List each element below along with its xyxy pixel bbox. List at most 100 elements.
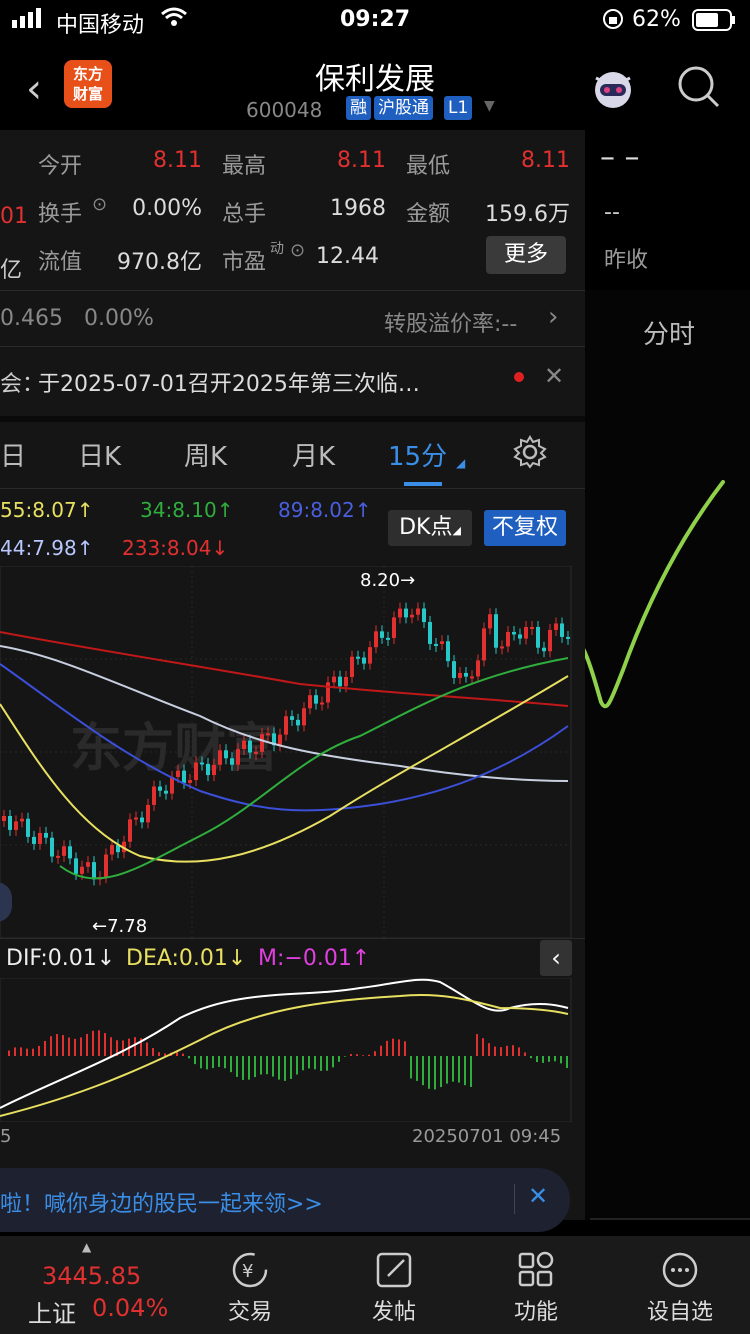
candle-body xyxy=(398,608,402,618)
tab-monthly-k[interactable]: 月K xyxy=(292,436,335,473)
candle-body xyxy=(470,676,474,679)
ma233-label: 233:8.04↓ xyxy=(122,536,229,560)
settings-gear-icon[interactable] xyxy=(512,434,548,477)
tag-level: L1 xyxy=(444,96,473,120)
macd-bar xyxy=(368,1054,370,1056)
macd-bar xyxy=(308,1056,310,1069)
macd-bar xyxy=(86,1033,88,1056)
candle-body xyxy=(14,821,18,830)
macd-bar xyxy=(242,1056,244,1080)
m-label: M:−0.01↑ xyxy=(258,946,371,971)
high-label: 最高 xyxy=(222,154,267,179)
collapse-chevron-icon[interactable]: ‹ xyxy=(540,940,572,976)
macd-bar xyxy=(374,1051,376,1056)
close-banner-icon[interactable]: ✕ xyxy=(528,1182,548,1210)
search-icon[interactable] xyxy=(676,64,722,114)
left-edge-unit: 亿 xyxy=(0,258,23,283)
candle-body xyxy=(152,786,156,805)
candle-body xyxy=(404,608,408,618)
macd-bar xyxy=(230,1056,232,1073)
index-expand-icon[interactable]: ▲ xyxy=(82,1240,91,1254)
macd-bar xyxy=(260,1056,262,1075)
nav-post[interactable]: 发帖 xyxy=(344,1294,444,1326)
convert-premium: 转股溢价率:-- xyxy=(384,312,518,337)
candle-body xyxy=(434,643,438,646)
macd-bar xyxy=(362,1055,364,1056)
tab-weekly-k[interactable]: 周K xyxy=(184,436,227,473)
candle-body xyxy=(104,854,108,878)
turnover-value: 0.00% xyxy=(132,196,202,221)
function-icon[interactable] xyxy=(486,1250,586,1298)
robot-assistant-icon[interactable] xyxy=(588,64,638,118)
promo-banner[interactable]: 啦！喊你身边的股民一起来领>> ✕ xyxy=(0,1168,570,1232)
macd-bar xyxy=(356,1054,358,1056)
macd-bar xyxy=(398,1039,400,1056)
clock: 09:27 xyxy=(340,7,411,32)
battery-percent: 62% xyxy=(632,7,681,32)
nav-trade[interactable]: 交易 xyxy=(200,1294,300,1326)
macd-bar xyxy=(446,1056,448,1084)
tab-daily-k[interactable]: 日K xyxy=(78,436,121,473)
nav-watchlist[interactable]: 设自选 xyxy=(630,1294,730,1326)
dk-button[interactable]: DK点◢ xyxy=(388,510,472,546)
candle-body xyxy=(386,637,390,640)
tag-margin: 融 xyxy=(346,96,371,120)
tab-minute[interactable]: 分时 xyxy=(643,314,695,351)
tab-day-partial[interactable]: 日 xyxy=(0,436,26,473)
candle-body xyxy=(62,846,66,856)
candle-body xyxy=(482,628,486,661)
chevron-down-icon[interactable]: ▼ xyxy=(484,98,495,114)
candle-body xyxy=(356,656,360,659)
tab-15min[interactable]: 15分 xyxy=(388,436,447,473)
kline-chart[interactable]: 东方财富 8.20→ ←7.78 xyxy=(0,566,585,938)
wifi-icon xyxy=(160,6,188,34)
chevron-right-icon[interactable]: › xyxy=(548,302,558,332)
stock-code: 600048 xyxy=(246,98,323,122)
candle-body xyxy=(140,817,144,823)
time-axis-left: 5 xyxy=(0,1126,12,1147)
post-icon[interactable] xyxy=(344,1250,444,1298)
macd-bar xyxy=(254,1056,256,1078)
macd-bar xyxy=(56,1034,58,1056)
candle-body xyxy=(158,786,162,791)
trade-icon[interactable]: ¥ xyxy=(200,1250,300,1298)
candle-body xyxy=(542,647,546,652)
active-tab-indicator xyxy=(404,482,442,486)
candle-body xyxy=(500,646,504,649)
index-value[interactable]: 3445.85 xyxy=(42,1262,141,1290)
high-marker: 8.20→ xyxy=(360,570,415,591)
info-icon[interactable]: ⊙ xyxy=(92,194,107,215)
candle-body xyxy=(410,614,414,618)
macd-bar xyxy=(80,1037,82,1056)
candle-body xyxy=(230,758,234,765)
adjust-button[interactable]: 不复权 xyxy=(484,510,566,546)
macd-bar xyxy=(530,1056,532,1059)
macd-bar xyxy=(566,1056,568,1069)
candle-body xyxy=(554,623,558,630)
notice-dot xyxy=(514,372,524,382)
dea-label: DEA:0.01↓ xyxy=(126,946,247,971)
candle-body xyxy=(248,740,252,753)
macd-bar xyxy=(290,1056,292,1079)
candle-body xyxy=(392,617,396,638)
macd-bar xyxy=(110,1037,112,1056)
macd-bar xyxy=(542,1056,544,1063)
candle-body xyxy=(536,626,540,648)
nav-function[interactable]: 功能 xyxy=(486,1294,586,1326)
macd-bar xyxy=(134,1037,136,1056)
candle-body xyxy=(338,676,342,687)
close-notice-icon[interactable]: ✕ xyxy=(544,362,564,390)
macd-bar xyxy=(26,1048,28,1056)
more-button[interactable]: 更多 xyxy=(486,236,566,274)
pe-info-icon[interactable]: ⊙ xyxy=(290,240,305,261)
macd-bar xyxy=(296,1056,298,1075)
candle-body xyxy=(452,661,456,678)
macd-bar xyxy=(476,1034,478,1056)
ma34-label: 34:8.10↑ xyxy=(140,498,234,522)
macd-bar xyxy=(464,1056,466,1086)
candle-body xyxy=(560,623,564,637)
candle-body xyxy=(188,780,192,783)
macd-bar xyxy=(380,1045,382,1056)
watchlist-icon[interactable] xyxy=(630,1250,730,1298)
notice-text[interactable]: 于2025-07-01召开2025年第三次临… xyxy=(38,366,420,398)
